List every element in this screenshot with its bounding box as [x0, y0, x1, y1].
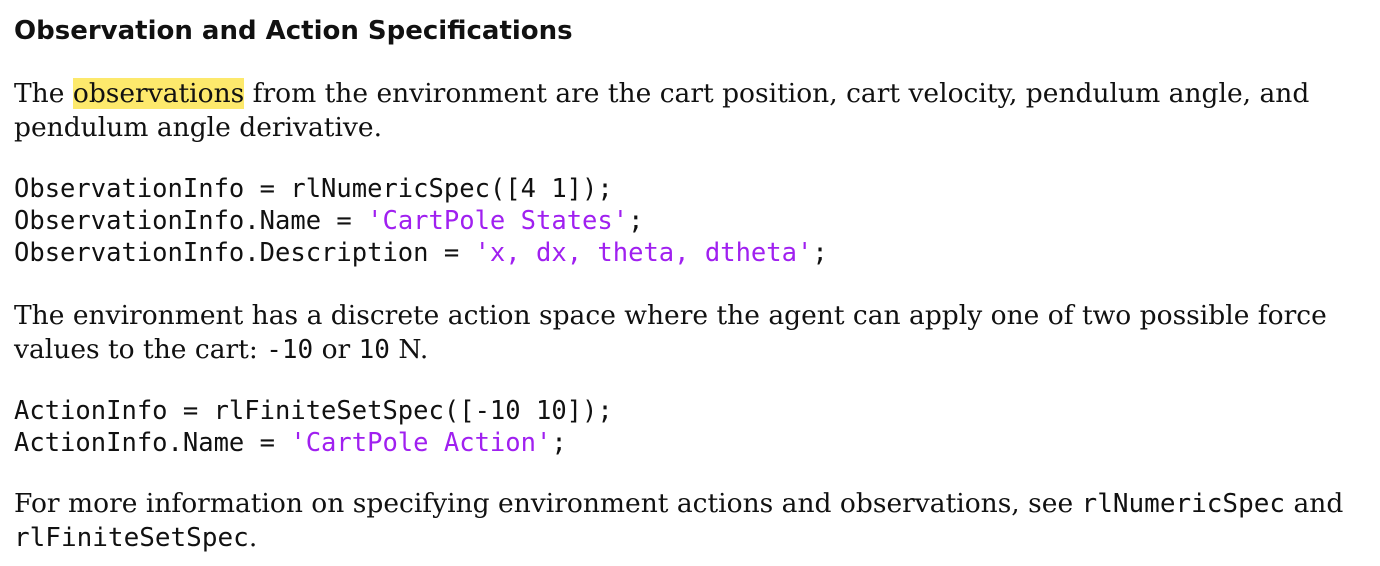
more-info-text-3: . — [248, 522, 258, 553]
code-line-post: ; — [812, 238, 828, 268]
code-line-post: ; — [628, 206, 644, 236]
observations-paragraph: The observations from the environment ar… — [14, 77, 1366, 145]
action-code-block: ActionInfo = rlFiniteSetSpec([-10 10]); … — [14, 395, 1366, 459]
rlnumericspec-link[interactable]: rlNumericSpec — [1082, 489, 1286, 519]
inline-code-10: 10 — [358, 335, 390, 365]
code-string: 'CartPole States' — [367, 206, 629, 236]
code-line: ActionInfo = rlFiniteSetSpec([-10 10]); — [14, 396, 613, 426]
observation-code-block: ObservationInfo = rlNumericSpec([4 1]); … — [14, 173, 1366, 269]
inline-code-neg10: -10 — [266, 335, 314, 365]
code-line-pre: ObservationInfo.Description = — [14, 238, 475, 268]
more-info-paragraph: For more information on specifying envir… — [14, 487, 1366, 555]
code-string: 'CartPole Action' — [290, 428, 552, 458]
code-line-post: ; — [551, 428, 567, 458]
more-info-text-1: For more information on specifying envir… — [14, 488, 1082, 519]
action-space-paragraph: The environment has a discrete action sp… — [14, 299, 1366, 367]
observations-text-before: The — [14, 78, 73, 109]
highlighted-term: observations — [72, 78, 245, 109]
action-text-1: The environment has a discrete action sp… — [14, 300, 1327, 365]
action-text-2: or — [313, 334, 359, 365]
code-line: ObservationInfo = rlNumericSpec([4 1]); — [14, 174, 613, 204]
rlfinitesetspec-link[interactable]: rlFiniteSetSpec — [14, 523, 249, 553]
document-page: Observation and Action Specifications Th… — [0, 0, 1380, 566]
code-string: 'x, dx, theta, dtheta' — [474, 238, 813, 268]
code-line-pre: ObservationInfo.Name = — [14, 206, 368, 236]
action-text-3: N. — [389, 334, 429, 365]
section-heading: Observation and Action Specifications — [14, 16, 573, 46]
more-info-text-2: and — [1285, 488, 1344, 519]
code-line-pre: ActionInfo.Name = — [14, 428, 291, 458]
